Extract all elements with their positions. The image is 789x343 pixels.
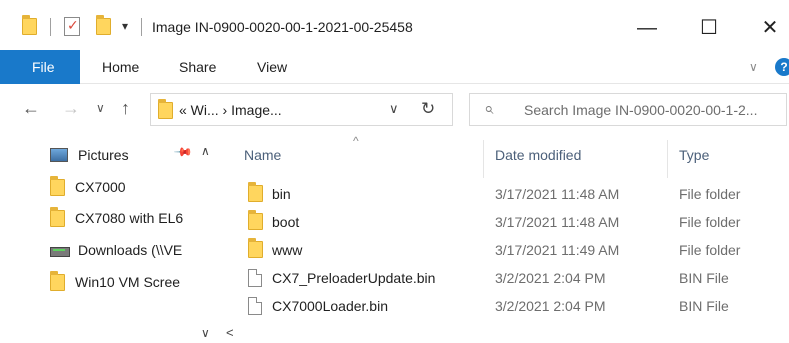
file-icon [248,297,262,315]
new-folder-icon[interactable] [96,15,111,35]
column-divider[interactable] [667,140,668,178]
folder-icon [50,206,65,227]
pictures-icon [50,148,68,162]
table-row[interactable]: CX7_PreloaderUpdate.bin 3/2/2021 2:04 PM… [244,264,789,292]
file-type: BIN File [679,298,729,314]
tab-home[interactable]: Home [102,50,139,84]
sidebar-item-win10-vm[interactable]: Win10 VM Scree [50,269,180,295]
scroll-down-icon[interactable]: ∨ [201,326,210,340]
expand-ribbon-chevron-icon[interactable]: ∨ [749,60,758,74]
network-drive-icon [50,243,70,257]
file-name: bin [272,186,291,202]
refresh-icon[interactable]: ↻ [421,99,435,119]
sidebar-item-label: CX7000 [75,179,126,195]
column-header-name[interactable]: Name [244,147,281,163]
up-button[interactable]: ↑ [121,98,130,119]
table-row[interactable]: CX7000Loader.bin 3/2/2021 2:04 PM BIN Fi… [244,292,789,320]
address-dropdown-chevron-icon[interactable]: ∨ [389,101,399,117]
help-icon[interactable]: ? [775,58,789,76]
divider [141,18,142,36]
sidebar-item-cx7080[interactable]: CX7080 with EL6 [50,205,183,231]
address-bar[interactable]: « Wi... › Image... ∨ ↻ [150,93,453,126]
folder-icon [22,15,37,35]
folder-icon [50,175,65,196]
file-type: File folder [679,186,741,202]
folder-icon [248,210,263,230]
folder-icon [248,182,263,202]
close-button[interactable]: ✕ [755,14,785,42]
column-header-date-modified[interactable]: Date modified [495,147,581,163]
file-name: CX7000Loader.bin [272,298,388,314]
navigation-bar: ← → ∨ ↑ « Wi... › Image... ∨ ↻ ⌕ Search … [0,84,789,134]
tab-view[interactable]: View [257,50,287,84]
quick-access-dropdown[interactable]: ▾ [122,19,128,33]
folder-icon [158,99,173,119]
sort-ascending-icon: ^ [353,134,359,148]
file-date: 3/17/2021 11:48 AM [495,214,620,230]
sidebar-item-pictures[interactable]: Pictures [50,142,129,168]
scroll-up-icon[interactable]: ∧ [201,144,210,158]
file-date: 3/2/2021 2:04 PM [495,298,606,314]
file-list: ^ Name Date modified Type bin 3/17/2021 … [220,134,789,343]
table-row[interactable]: bin 3/17/2021 11:48 AM File folder [244,180,789,208]
sidebar-item-label: Downloads (\\VE [78,242,183,258]
file-name: www [272,242,303,258]
file-type: File folder [679,242,741,258]
maximize-button[interactable]: ☐ [694,14,724,42]
window-title: Image IN-0900-0020-00-1-2021-00-25458 [152,19,413,35]
properties-icon[interactable]: ✓ [64,17,80,36]
tab-file[interactable]: File [0,50,80,84]
navigation-pane: Pictures CX7000 CX7080 with EL6 Download… [0,134,218,343]
column-divider[interactable] [483,140,484,178]
minimize-button[interactable]: — [632,14,662,42]
breadcrumb[interactable]: « Wi... › Image... [179,102,282,118]
sidebar-item-cx7000[interactable]: CX7000 [50,174,126,200]
file-type: BIN File [679,270,729,286]
recent-locations-chevron-icon[interactable]: ∨ [96,101,105,115]
forward-button[interactable]: → [62,98,80,119]
scroll-left-icon[interactable]: < [226,325,234,340]
ribbon-tabs: File Home Share View ∨ ? [0,50,789,84]
search-placeholder: Search Image IN-0900-0020-00-1-2... [524,102,758,118]
tab-share[interactable]: Share [179,50,216,84]
title-bar: ✓ ▾ Image IN-0900-0020-00-1-2021-00-2545… [0,0,789,50]
divider [50,18,51,36]
navigation-pane-scrollbar[interactable]: ∧ ∨ [195,134,219,343]
file-name: CX7_PreloaderUpdate.bin [272,270,436,286]
file-date: 3/17/2021 11:49 AM [495,242,620,258]
file-icon [248,269,262,287]
file-date: 3/17/2021 11:48 AM [495,186,620,202]
file-name: boot [272,214,300,230]
search-input[interactable]: ⌕ Search Image IN-0900-0020-00-1-2... [469,93,787,126]
table-row[interactable]: www 3/17/2021 11:49 AM File folder [244,236,789,264]
table-row[interactable]: boot 3/17/2021 11:48 AM File folder [244,208,789,236]
file-type: File folder [679,214,741,230]
back-button[interactable]: ← [22,98,40,119]
folder-icon [50,270,65,291]
column-header-type[interactable]: Type [679,147,709,163]
sidebar-item-downloads[interactable]: Downloads (\\VE [50,237,182,263]
folder-icon [248,238,263,258]
horizontal-scrollbar[interactable]: < [220,322,789,343]
file-date: 3/2/2021 2:04 PM [495,270,606,286]
sidebar-item-label: CX7080 with EL6 [75,210,184,226]
sidebar-item-label: Win10 VM Scree [75,274,181,290]
sidebar-item-label: Pictures [78,147,129,163]
search-icon: ⌕ [484,99,494,118]
